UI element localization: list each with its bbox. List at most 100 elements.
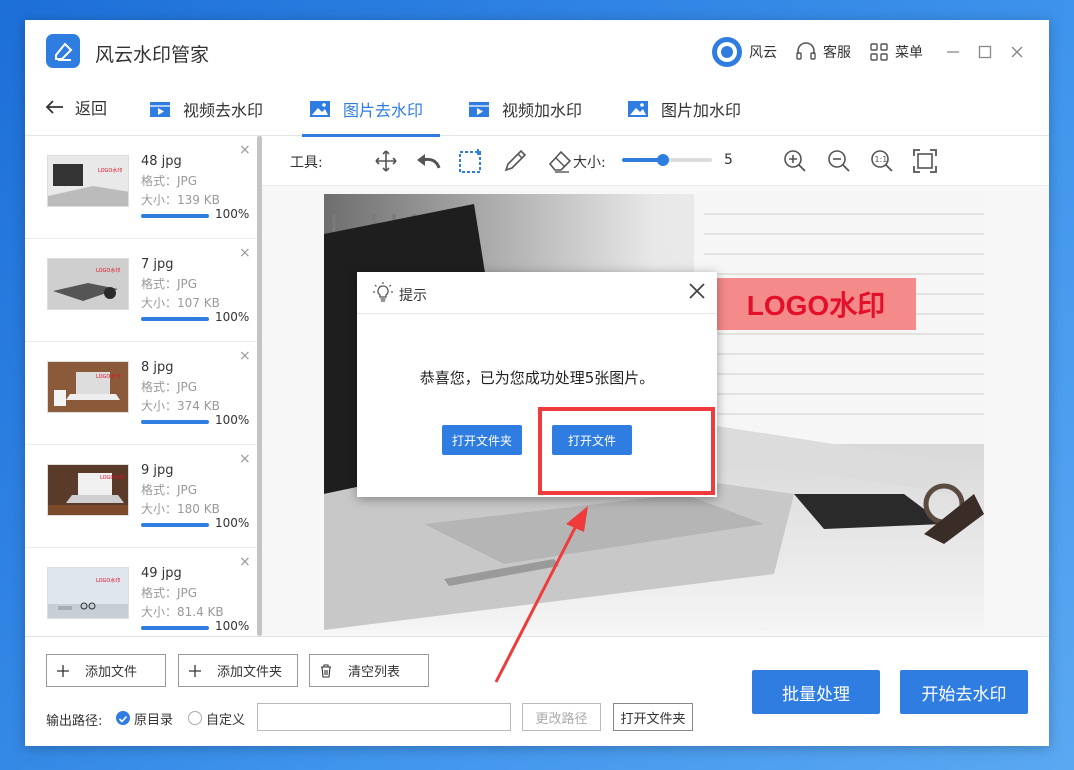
slider-knob[interactable] bbox=[657, 154, 669, 166]
add-file-label: 添加文件 bbox=[85, 661, 137, 680]
image-icon bbox=[627, 98, 649, 120]
menu-button[interactable]: 菜单 bbox=[869, 42, 923, 62]
trash-icon bbox=[320, 664, 332, 678]
thumb-watermark-text: LOGO水印 bbox=[96, 577, 120, 584]
file-thumbnail: LOGO水印 bbox=[47, 464, 129, 516]
tab-label: 图片加水印 bbox=[661, 97, 741, 121]
app-logo-icon bbox=[46, 34, 80, 68]
zoom-in-icon[interactable] bbox=[780, 146, 810, 176]
tab-video-add-watermark[interactable]: 视频加水印 bbox=[468, 93, 582, 125]
plus-icon bbox=[57, 665, 69, 677]
file-name: 7 jpg bbox=[141, 257, 174, 272]
output-path-input[interactable] bbox=[257, 703, 511, 731]
dialog-header: 提示 bbox=[357, 272, 717, 314]
file-list: LOGO水印 48 jpg 格式：JPG 大小：139 KB 100% × LO… bbox=[25, 136, 257, 636]
maximize-button[interactable] bbox=[969, 36, 1001, 68]
file-thumbnail: LOGO水印 bbox=[47, 567, 129, 619]
tab-label: 图片去水印 bbox=[343, 97, 423, 121]
file-name: 9 jpg bbox=[141, 463, 174, 478]
undo-icon[interactable] bbox=[413, 146, 443, 176]
file-list-item[interactable]: LOGO水印 7 jpg 格式：JPG 大小：107 KB 100% × bbox=[25, 239, 257, 342]
close-icon bbox=[1010, 45, 1024, 59]
file-size: 大小：139 KB bbox=[141, 191, 220, 208]
back-button[interactable]: 返回 bbox=[45, 95, 107, 119]
arrow-left-icon bbox=[45, 99, 65, 115]
file-progress-bar bbox=[141, 523, 209, 527]
file-progress-text: 100% bbox=[215, 516, 249, 530]
tools-label: 工具: bbox=[290, 152, 323, 172]
brush-size-value: 5 bbox=[724, 152, 733, 168]
check-icon bbox=[116, 712, 130, 726]
clear-list-button[interactable]: 清空列表 bbox=[309, 654, 429, 687]
actual-size-icon[interactable]: 1:1 bbox=[867, 146, 897, 176]
start-remove-watermark-button[interactable]: 开始去水印 bbox=[900, 670, 1028, 714]
user-account[interactable]: 风云 bbox=[711, 36, 777, 68]
tab-label: 视频去水印 bbox=[183, 97, 263, 121]
back-label: 返回 bbox=[75, 95, 107, 119]
service-button[interactable]: 客服 bbox=[795, 42, 851, 62]
maximize-icon bbox=[978, 45, 992, 59]
file-list-item[interactable]: LOGO水印 49 jpg 格式：JPG 大小：81.4 KB 100% × bbox=[25, 548, 257, 636]
remove-file-icon[interactable]: × bbox=[239, 142, 251, 158]
add-file-button[interactable]: 添加文件 bbox=[46, 654, 166, 687]
grid-menu-icon bbox=[869, 42, 889, 62]
pencil-icon[interactable] bbox=[500, 146, 530, 176]
select-rect-icon[interactable] bbox=[456, 146, 486, 176]
tab-video-remove-watermark[interactable]: 视频去水印 bbox=[149, 93, 263, 125]
file-name: 48 jpg bbox=[141, 154, 182, 169]
svg-text:1:1: 1:1 bbox=[875, 155, 888, 164]
tab-image-remove-watermark[interactable]: 图片去水印 bbox=[309, 93, 423, 125]
dialog-close-icon[interactable] bbox=[687, 281, 707, 305]
file-progress-bar bbox=[141, 317, 209, 321]
radio-original-dir[interactable] bbox=[116, 711, 130, 725]
batch-process-button[interactable]: 批量处理 bbox=[752, 670, 880, 714]
open-output-folder-button[interactable]: 打开文件夹 bbox=[613, 703, 693, 731]
video-icon bbox=[149, 98, 171, 120]
logo-watermark[interactable]: LOGO水印 bbox=[716, 278, 916, 330]
file-format: 格式：JPG bbox=[141, 584, 197, 601]
file-format: 格式：JPG bbox=[141, 275, 197, 292]
app-title: 风云水印管家 bbox=[95, 40, 209, 67]
user-avatar-icon bbox=[711, 36, 743, 68]
service-label: 客服 bbox=[823, 42, 851, 62]
file-list-item[interactable]: LOGO水印 8 jpg 格式：JPG 大小：374 KB 100% × bbox=[25, 342, 257, 445]
image-icon bbox=[309, 98, 331, 120]
radio-custom-label: 自定义 bbox=[206, 709, 245, 728]
zoom-out-icon[interactable] bbox=[824, 146, 854, 176]
remove-file-icon[interactable]: × bbox=[239, 245, 251, 261]
minimize-button[interactable] bbox=[937, 36, 969, 68]
radio-custom-dir[interactable] bbox=[188, 711, 202, 725]
fit-screen-icon[interactable] bbox=[910, 146, 940, 176]
lightbulb-icon bbox=[373, 282, 393, 308]
thumb-watermark-text: LOGO水印 bbox=[100, 474, 124, 481]
plus-icon bbox=[189, 665, 201, 677]
remove-file-icon[interactable]: × bbox=[239, 348, 251, 364]
file-format: 格式：JPG bbox=[141, 172, 197, 189]
dialog-title: 提示 bbox=[399, 285, 427, 305]
dialog-open-folder-button[interactable]: 打开文件夹 bbox=[442, 425, 522, 455]
file-name: 8 jpg bbox=[141, 360, 174, 375]
nav-bar: 返回 视频去水印 图片去水印 视频加水印 图片加水印 bbox=[25, 82, 1049, 136]
title-bar: 风云水印管家 风云 客服 菜单 bbox=[25, 20, 1049, 82]
file-progress-text: 100% bbox=[215, 310, 249, 324]
file-list-item[interactable]: LOGO水印 48 jpg 格式：JPG 大小：139 KB 100% × bbox=[25, 136, 257, 239]
close-window-button[interactable] bbox=[1001, 36, 1033, 68]
thumb-watermark-text: LOGO水印 bbox=[96, 373, 120, 380]
brush-size-slider[interactable] bbox=[622, 158, 712, 162]
add-folder-button[interactable]: 添加文件夹 bbox=[178, 654, 298, 687]
bottom-bar: 添加文件 添加文件夹 清空列表 输出路径: 原目录 自定义 更改路径 打开文件夹… bbox=[25, 636, 1049, 746]
eraser-icon[interactable] bbox=[545, 146, 575, 176]
change-path-button[interactable]: 更改路径 bbox=[522, 703, 601, 731]
size-label: 大小: bbox=[573, 152, 606, 172]
file-size: 大小：81.4 KB bbox=[141, 603, 224, 620]
file-progress-bar bbox=[141, 214, 209, 218]
remove-file-icon[interactable]: × bbox=[239, 451, 251, 467]
file-format: 格式：JPG bbox=[141, 481, 197, 498]
video-icon bbox=[468, 98, 490, 120]
file-progress-bar bbox=[141, 420, 209, 424]
file-size: 大小：180 KB bbox=[141, 500, 220, 517]
tab-image-add-watermark[interactable]: 图片加水印 bbox=[627, 93, 741, 125]
move-tool-icon[interactable] bbox=[371, 146, 401, 176]
remove-file-icon[interactable]: × bbox=[239, 554, 251, 570]
file-list-item[interactable]: LOGO水印 9 jpg 格式：JPG 大小：180 KB 100% × bbox=[25, 445, 257, 548]
